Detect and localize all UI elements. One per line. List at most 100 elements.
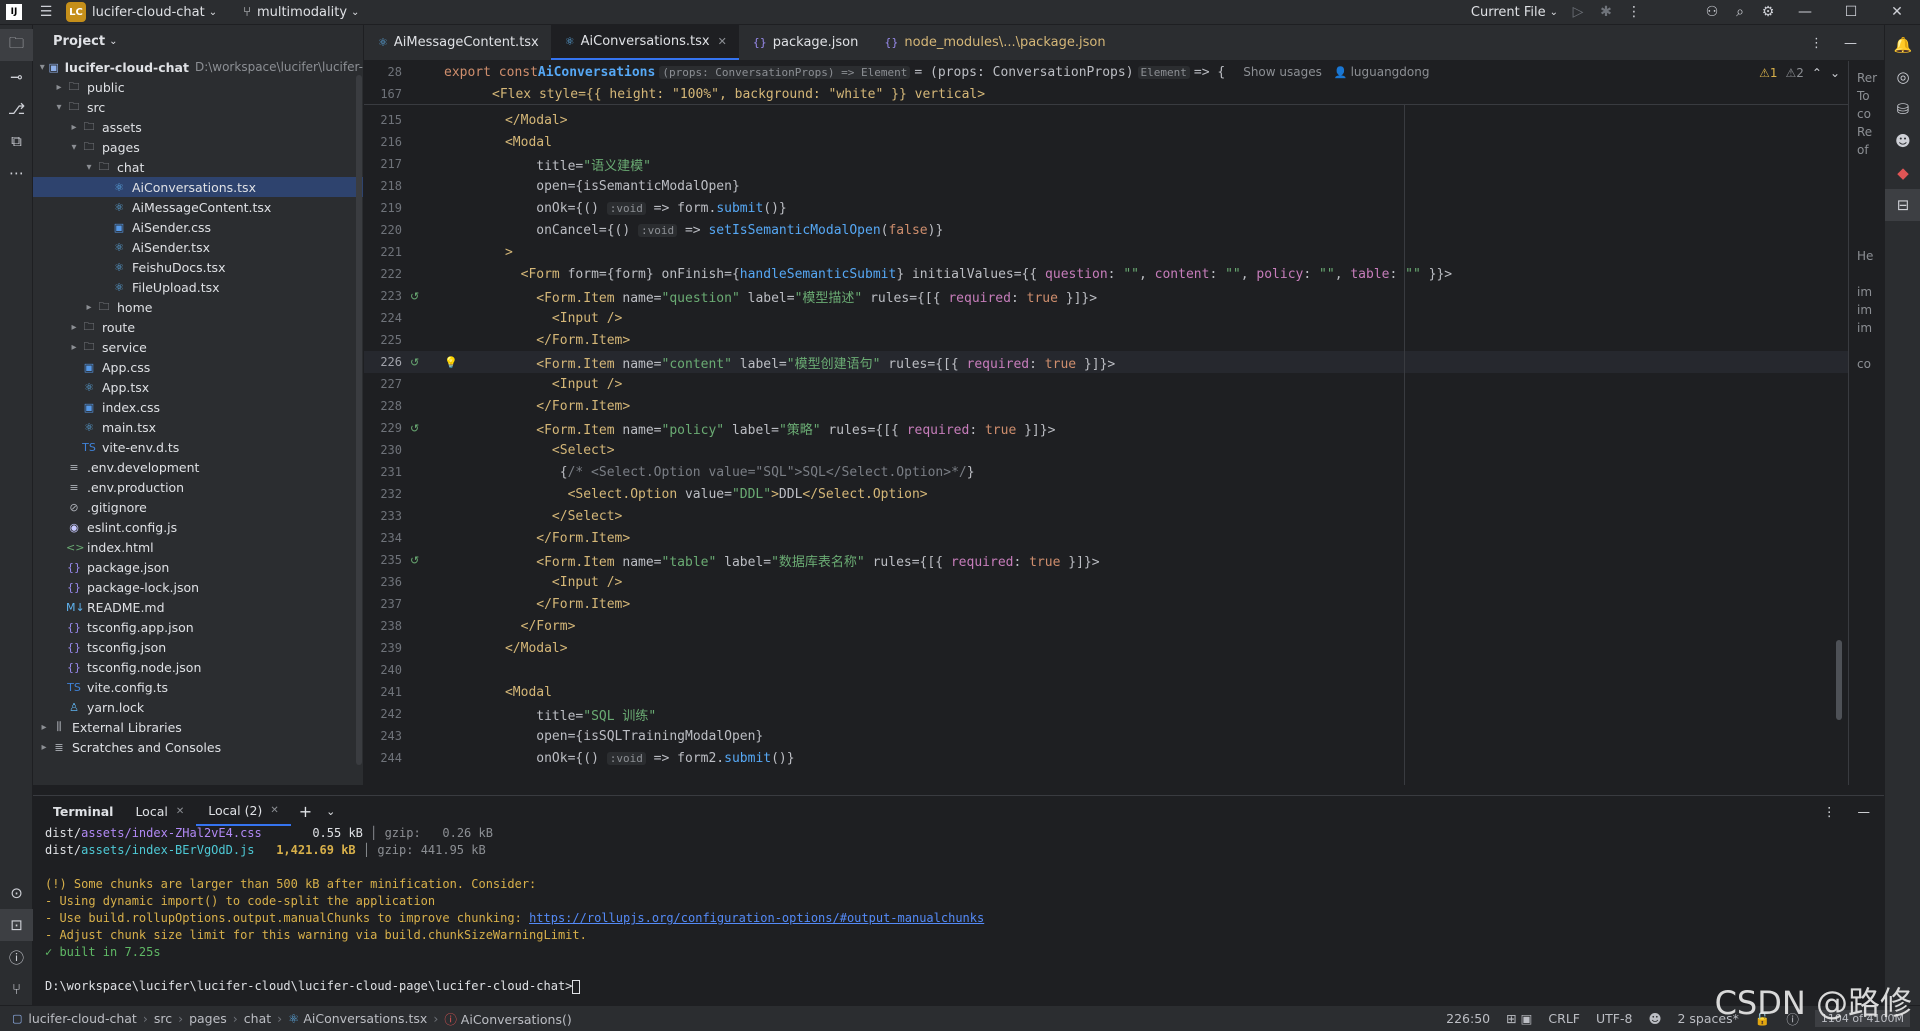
- editor-tab[interactable]: {} package.json: [739, 24, 871, 60]
- line-number[interactable]: 218: [364, 179, 406, 193]
- code-line[interactable]: 239 </Modal>: [364, 637, 1848, 659]
- line-number[interactable]: 239: [364, 641, 406, 655]
- tree-item[interactable]: ▾ 🗀 src: [33, 97, 363, 117]
- project-panel-header[interactable]: Project ⌄: [33, 25, 363, 57]
- tree-item[interactable]: ▸ 🗀 home: [33, 297, 363, 317]
- chat-icon[interactable]: ⊟: [1885, 189, 1920, 221]
- copilot-icon[interactable]: ☻: [1885, 125, 1920, 157]
- code-line[interactable]: 234 </Form.Item>: [364, 527, 1848, 549]
- line-number[interactable]: 222: [364, 267, 406, 281]
- sticky-line-2[interactable]: 167 <Flex style={{ height: "100%", backg…: [364, 83, 1848, 105]
- ai-assistant-icon[interactable]: ◎: [1885, 61, 1920, 93]
- caret-position[interactable]: 226:50: [1446, 1011, 1490, 1026]
- tree-item[interactable]: ▣ AiSender.css: [33, 217, 363, 237]
- code-editor[interactable]: 215 </Modal> 216 <Modal 217 title="语义建模" 21…: [364, 105, 1848, 785]
- code-line[interactable]: 219 onOk={() :void => form.submit()}: [364, 197, 1848, 219]
- code-line[interactable]: 241 <Modal: [364, 681, 1848, 703]
- chevron-down-icon[interactable]: ▾: [82, 162, 96, 173]
- branch-switcher[interactable]: ⑂ multimodality ⌄: [237, 0, 365, 25]
- close-tab-icon[interactable]: ✕: [176, 806, 184, 817]
- code-line[interactable]: 229 ↺ <Form.Item name="policy" label="策略"…: [364, 417, 1848, 439]
- tree-item[interactable]: ⚛ AiMessageContent.tsx: [33, 197, 363, 217]
- line-number[interactable]: 229: [364, 421, 406, 435]
- settings-icon[interactable]: ⚙: [1754, 0, 1782, 25]
- tree-item[interactable]: TS vite-env.d.ts: [33, 437, 363, 457]
- code-line[interactable]: 227 <Input />: [364, 373, 1848, 395]
- chevron-down-icon[interactable]: ▾: [37, 62, 48, 73]
- terminal-icon[interactable]: ⊡: [0, 909, 33, 941]
- tree-item[interactable]: ▸ 🗀 assets: [33, 117, 363, 137]
- chevron-down-icon[interactable]: ⌄: [1830, 66, 1840, 80]
- copilot-status-icon[interactable]: ☻: [1648, 1011, 1661, 1026]
- tree-item[interactable]: {} package.json: [33, 557, 363, 577]
- tree-item[interactable]: ▸ ⫼ External Libraries: [33, 717, 363, 737]
- code-line[interactable]: 238 </Form>: [364, 615, 1848, 637]
- terminal-link[interactable]: https://rollupjs.org/configuration-optio…: [529, 911, 984, 925]
- breadcrumb-item[interactable]: ⚛ AiConversations.tsx: [282, 1011, 433, 1026]
- terminal-tab[interactable]: Local (2) ✕: [196, 796, 291, 826]
- line-number[interactable]: 228: [364, 399, 406, 413]
- minimize-icon[interactable]: —: [1782, 0, 1828, 25]
- line-number[interactable]: 234: [364, 531, 406, 545]
- line-number[interactable]: 220: [364, 223, 406, 237]
- debug-icon[interactable]: ✱: [1592, 0, 1620, 25]
- line-separator[interactable]: CRLF: [1548, 1011, 1580, 1026]
- line-number[interactable]: 216: [364, 135, 406, 149]
- code-line[interactable]: 220 onCancel={() :void => setIsSemanticM…: [364, 219, 1848, 241]
- line-number[interactable]: 227: [364, 377, 406, 391]
- editor-tab[interactable]: ⚛ AiMessageContent.tsx: [364, 24, 551, 60]
- code-line[interactable]: 223 ↺ <Form.Item name="question" label="模…: [364, 285, 1848, 307]
- editor-tab[interactable]: {} node_modules\...\package.json: [870, 24, 1117, 60]
- line-number[interactable]: 232: [364, 487, 406, 501]
- breadcrumb-item[interactable]: chat: [238, 1011, 277, 1026]
- line-number[interactable]: 231: [364, 465, 406, 479]
- notifications-icon[interactable]: 🔔: [1885, 29, 1920, 61]
- chevron-right-icon[interactable]: ▸: [67, 322, 81, 333]
- search-icon[interactable]: ⌕: [1726, 0, 1754, 25]
- tree-item[interactable]: {} package-lock.json: [33, 577, 363, 597]
- more-tools-icon[interactable]: ⋯: [0, 157, 33, 189]
- run-config-selector[interactable]: Current File ⌄: [1465, 0, 1564, 25]
- maximize-icon[interactable]: ☐: [1828, 0, 1874, 25]
- line-number[interactable]: 223: [364, 289, 406, 303]
- tree-item[interactable]: {} tsconfig.json: [33, 637, 363, 657]
- line-number[interactable]: 217: [364, 157, 406, 171]
- inspection-widget[interactable]: ⚠1 ⚠2 ⌃ ⌄: [1759, 66, 1840, 80]
- more-vertical-icon[interactable]: ⋮: [1620, 0, 1648, 25]
- line-number[interactable]: 224: [364, 311, 406, 325]
- code-line[interactable]: 233 </Select>: [364, 505, 1848, 527]
- tabs-more-icon[interactable]: ⋮: [1810, 36, 1823, 51]
- show-usages-link[interactable]: Show usages: [1243, 65, 1322, 79]
- run-icon[interactable]: ▷: [1564, 0, 1592, 25]
- code-line[interactable]: 237 </Form.Item>: [364, 593, 1848, 615]
- line-number[interactable]: 237: [364, 597, 406, 611]
- git-change-icon[interactable]: ↺: [406, 290, 458, 303]
- tree-item[interactable]: <> index.html: [33, 537, 363, 557]
- code-line[interactable]: 226 ↺ <Form.Item name="content" label="模型…: [364, 351, 1848, 373]
- tree-item[interactable]: ♙ yarn.lock: [33, 697, 363, 717]
- line-number[interactable]: 219: [364, 201, 406, 215]
- code-line[interactable]: 236 <Input />: [364, 571, 1848, 593]
- database-icon[interactable]: ⛁: [1885, 93, 1920, 125]
- code-line[interactable]: 244 onOk={() :void => form2.submit()}: [364, 747, 1848, 769]
- tree-item[interactable]: ≡ .env.production: [33, 477, 363, 497]
- add-user-icon[interactable]: ⚇: [1698, 0, 1726, 25]
- close-tab-icon[interactable]: ✕: [718, 35, 727, 48]
- project-vertical-scrollbar[interactable]: [356, 75, 362, 765]
- add-terminal-icon[interactable]: +: [299, 802, 312, 821]
- terminal-output[interactable]: dist/assets/index-ZHal2vE4.css 0.55 kB │…: [33, 826, 1884, 996]
- tree-item[interactable]: ⚛ FeishuDocs.tsx: [33, 257, 363, 277]
- tree-item[interactable]: M↓ README.md: [33, 597, 363, 617]
- tree-item[interactable]: ⊘ .gitignore: [33, 497, 363, 517]
- line-number[interactable]: 230: [364, 443, 406, 457]
- services-icon[interactable]: ⊙: [0, 877, 33, 909]
- chevron-down-icon[interactable]: ▾: [52, 102, 66, 113]
- code-line[interactable]: 232 <Select.Option value="DDL">DDL</Sele…: [364, 483, 1848, 505]
- git-change-icon[interactable]: ↺: [406, 554, 458, 567]
- tree-item[interactable]: ▣ App.css: [33, 357, 363, 377]
- code-line[interactable]: 228 </Form.Item>: [364, 395, 1848, 417]
- close-icon[interactable]: ✕: [1874, 0, 1920, 25]
- code-line[interactable]: 221 >: [364, 241, 1848, 263]
- tree-item[interactable]: ≡ .env.development: [33, 457, 363, 477]
- hide-panel-icon[interactable]: —: [1858, 804, 1871, 819]
